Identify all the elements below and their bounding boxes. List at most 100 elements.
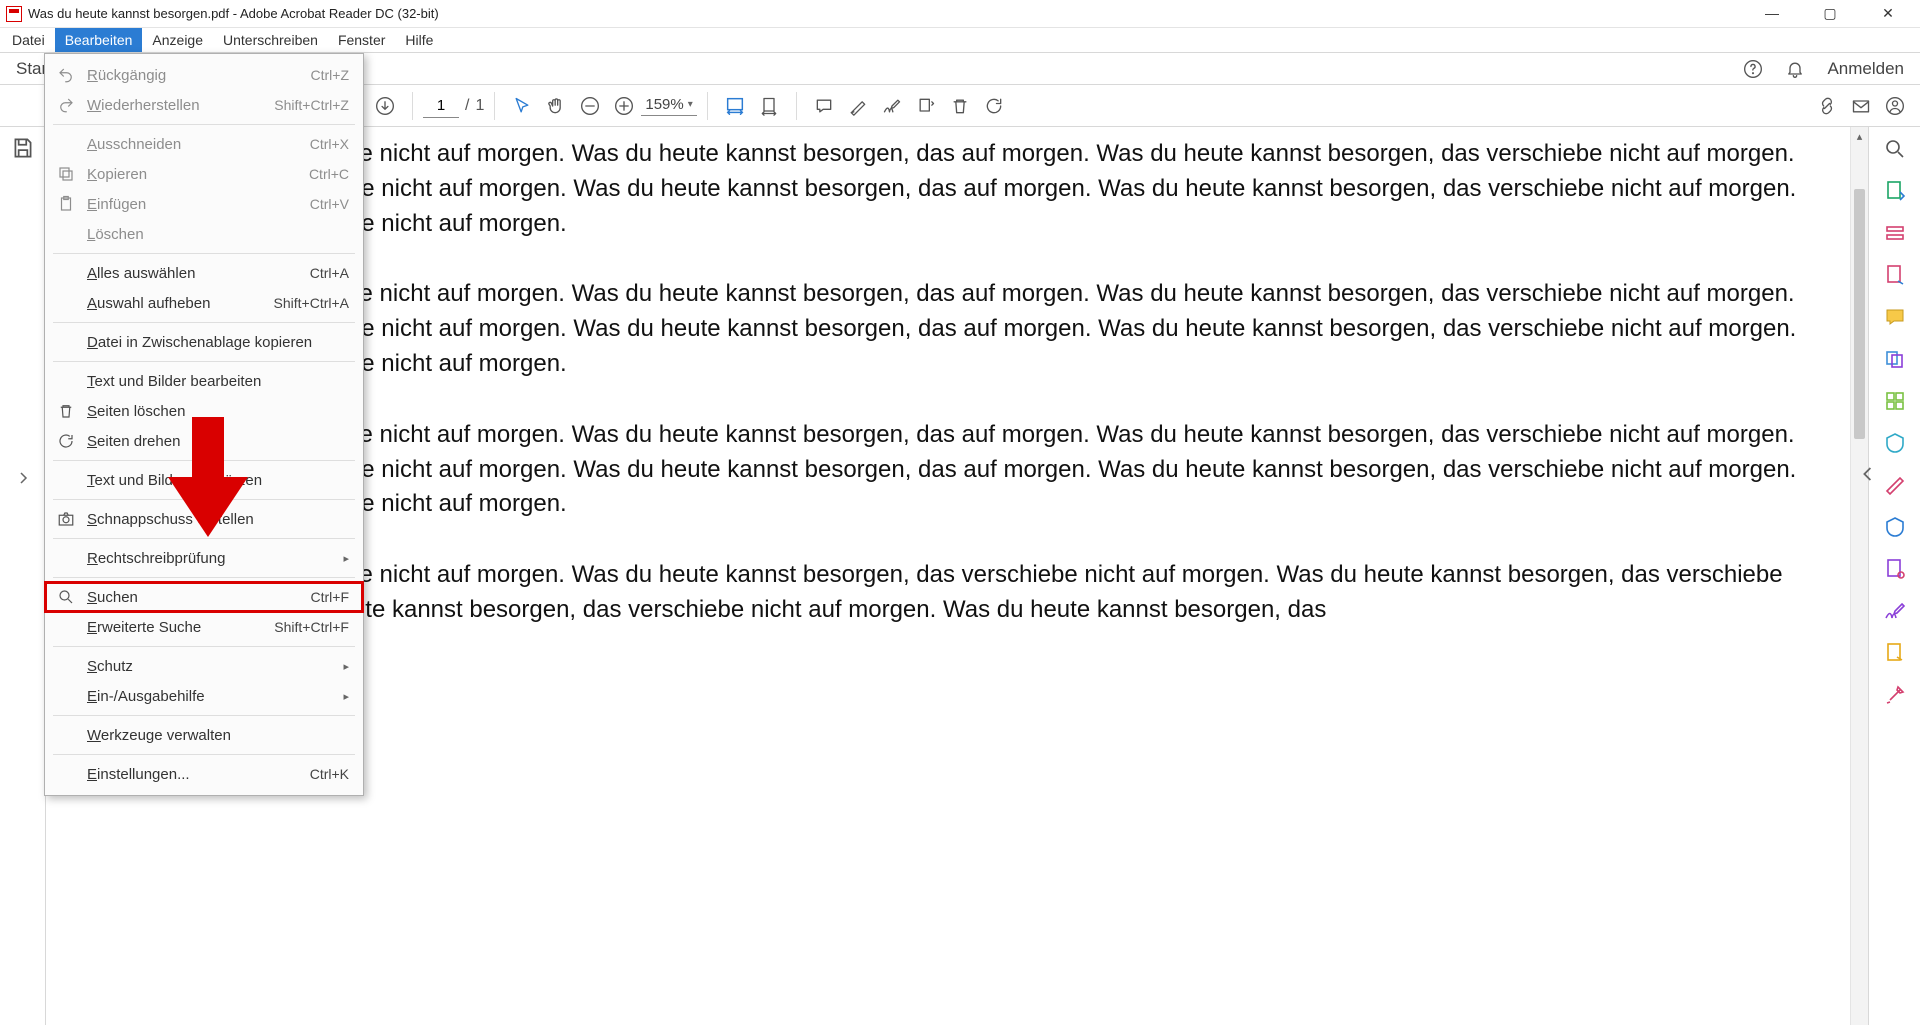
scroll-thumb[interactable]: [1854, 189, 1865, 439]
account-button[interactable]: [1878, 89, 1912, 123]
menu-item-einstellungen[interactable]: Einstellungen...Ctrl+K: [45, 759, 363, 789]
sign-button[interactable]: [875, 89, 909, 123]
start-tab-label[interactable]: Star: [16, 59, 47, 79]
menu-item-werkzeuge-verwalten[interactable]: Werkzeuge verwalten: [45, 720, 363, 750]
menu-item-auswahl-aufheben[interactable]: Auswahl aufhebenShift+Ctrl+A: [45, 288, 363, 318]
page-total: 1: [475, 97, 484, 115]
fit-page-button[interactable]: [752, 89, 786, 123]
menu-item-label: Rechtschreibprüfung: [87, 550, 339, 567]
menu-separator: [53, 253, 355, 254]
blank-icon: [55, 331, 77, 353]
download-button[interactable]: [368, 89, 402, 123]
menu-item-suchen[interactable]: SuchenCtrl+F: [45, 582, 363, 612]
stamp-button[interactable]: [909, 89, 943, 123]
maximize-button[interactable]: ▢: [1812, 5, 1848, 22]
organize-pages-icon[interactable]: [1883, 389, 1907, 413]
left-rail-expander[interactable]: [18, 471, 28, 485]
menu-item-erweiterte-suche[interactable]: Erweiterte SucheShift+Ctrl+F: [45, 612, 363, 642]
menu-item-label: Wiederherstellen: [87, 97, 274, 114]
bell-icon[interactable]: [1785, 59, 1805, 79]
more-tools-icon[interactable]: [1883, 683, 1907, 707]
menu-datei[interactable]: Datei: [2, 28, 55, 52]
search-tool-icon[interactable]: [1883, 137, 1907, 161]
attach-link-button[interactable]: [1810, 89, 1844, 123]
menu-separator: [53, 715, 355, 716]
menu-item-label: Einstellungen...: [87, 766, 310, 783]
menu-item-schutz[interactable]: Schutz▸: [45, 651, 363, 681]
undo-icon: [55, 64, 77, 86]
fill-sign-icon[interactable]: [1883, 599, 1907, 623]
menu-item-datei-in-zwischenablage-kopieren[interactable]: Datei in Zwischenablage kopieren: [45, 327, 363, 357]
highlight-button[interactable]: [841, 89, 875, 123]
menu-item-rechtschreibpr-fung[interactable]: Rechtschreibprüfung▸: [45, 543, 363, 573]
menu-item-shortcut: Ctrl+V: [310, 196, 349, 212]
menu-hilfe[interactable]: Hilfe: [395, 28, 443, 52]
comment-tool-icon[interactable]: [1883, 305, 1907, 329]
blank-icon: [55, 370, 77, 392]
page-current-input[interactable]: [423, 94, 459, 118]
zoom-out-button[interactable]: [573, 89, 607, 123]
edit-pdf-icon[interactable]: [1883, 221, 1907, 245]
menu-item-einf-gen: EinfügenCtrl+V: [45, 189, 363, 219]
menu-item-text-und-bilder-bearbeiten[interactable]: Text und Bilder bearbeiten: [45, 366, 363, 396]
selection-tool[interactable]: [505, 89, 539, 123]
menu-item-wiederherstellen: WiederherstellenShift+Ctrl+Z: [45, 90, 363, 120]
minimize-button[interactable]: —: [1754, 5, 1790, 22]
menu-item-shortcut: Ctrl+A: [310, 265, 349, 281]
delete-pages-button[interactable]: [943, 89, 977, 123]
menu-fenster[interactable]: Fenster: [328, 28, 395, 52]
annotation-arrow-icon: [168, 417, 248, 537]
menu-item-ausschneiden: AusschneidenCtrl+X: [45, 129, 363, 159]
help-icon[interactable]: [1743, 59, 1763, 79]
menu-item-label: Schutz: [87, 658, 339, 675]
chevron-down-icon: ▾: [688, 99, 693, 110]
create-pdf-icon[interactable]: [1883, 263, 1907, 287]
menu-item-label: Datei in Zwischenablage kopieren: [87, 334, 349, 351]
window-controls: — ▢ ✕: [1754, 5, 1914, 22]
menu-anzeige[interactable]: Anzeige: [142, 28, 213, 52]
menu-item-alles-ausw-hlen[interactable]: Alles auswählenCtrl+A: [45, 258, 363, 288]
menu-item-label: Einfügen: [87, 196, 310, 213]
scroll-up-arrow[interactable]: ▴: [1851, 127, 1868, 145]
compress-pdf-icon[interactable]: [1883, 431, 1907, 455]
blank-icon: [55, 616, 77, 638]
rotate-icon: [55, 430, 77, 452]
combine-files-icon[interactable]: [1883, 347, 1907, 371]
menu-separator: [53, 538, 355, 539]
fill-sign-purple-icon[interactable]: [1883, 557, 1907, 581]
save-icon[interactable]: [10, 135, 36, 161]
redo-icon: [55, 94, 77, 116]
fit-width-button[interactable]: [718, 89, 752, 123]
right-rail-collapse[interactable]: [1862, 465, 1874, 483]
menu-separator: [53, 754, 355, 755]
menu-item-label: Ein-/Ausgabehilfe: [87, 688, 339, 705]
redact-icon[interactable]: [1883, 473, 1907, 497]
send-for-comments-icon[interactable]: [1883, 641, 1907, 665]
hand-tool[interactable]: [539, 89, 573, 123]
menu-separator: [53, 646, 355, 647]
toolbar-separator: [796, 92, 797, 120]
zoom-level-select[interactable]: 159% ▾: [641, 96, 696, 116]
menu-item-r-ckg-ngig: RückgängigCtrl+Z: [45, 60, 363, 90]
comment-button[interactable]: [807, 89, 841, 123]
menu-item-shortcut: Ctrl+K: [310, 766, 349, 782]
rotate-button[interactable]: [977, 89, 1011, 123]
copy-icon: [55, 163, 77, 185]
close-button[interactable]: ✕: [1870, 5, 1906, 22]
menu-unterschreiben[interactable]: Unterschreiben: [213, 28, 328, 52]
blank-icon: [55, 133, 77, 155]
signin-link[interactable]: Anmelden: [1827, 59, 1904, 79]
email-button[interactable]: [1844, 89, 1878, 123]
zoom-in-button[interactable]: [607, 89, 641, 123]
menu-item-ein-ausgabehilfe[interactable]: Ein-/Ausgabehilfe▸: [45, 681, 363, 711]
menu-item-label: Rückgängig: [87, 67, 311, 84]
menu-item-label: Text und Bilder bearbeiten: [87, 373, 349, 390]
menu-item-shortcut: Ctrl+X: [310, 136, 349, 152]
blank-icon: [55, 724, 77, 746]
menu-separator: [53, 322, 355, 323]
vertical-scrollbar[interactable]: ▴: [1850, 127, 1868, 1025]
toolbar-separator: [412, 92, 413, 120]
protect-icon[interactable]: [1883, 515, 1907, 539]
export-pdf-icon[interactable]: [1883, 179, 1907, 203]
menu-bearbeiten[interactable]: Bearbeiten: [55, 28, 143, 52]
